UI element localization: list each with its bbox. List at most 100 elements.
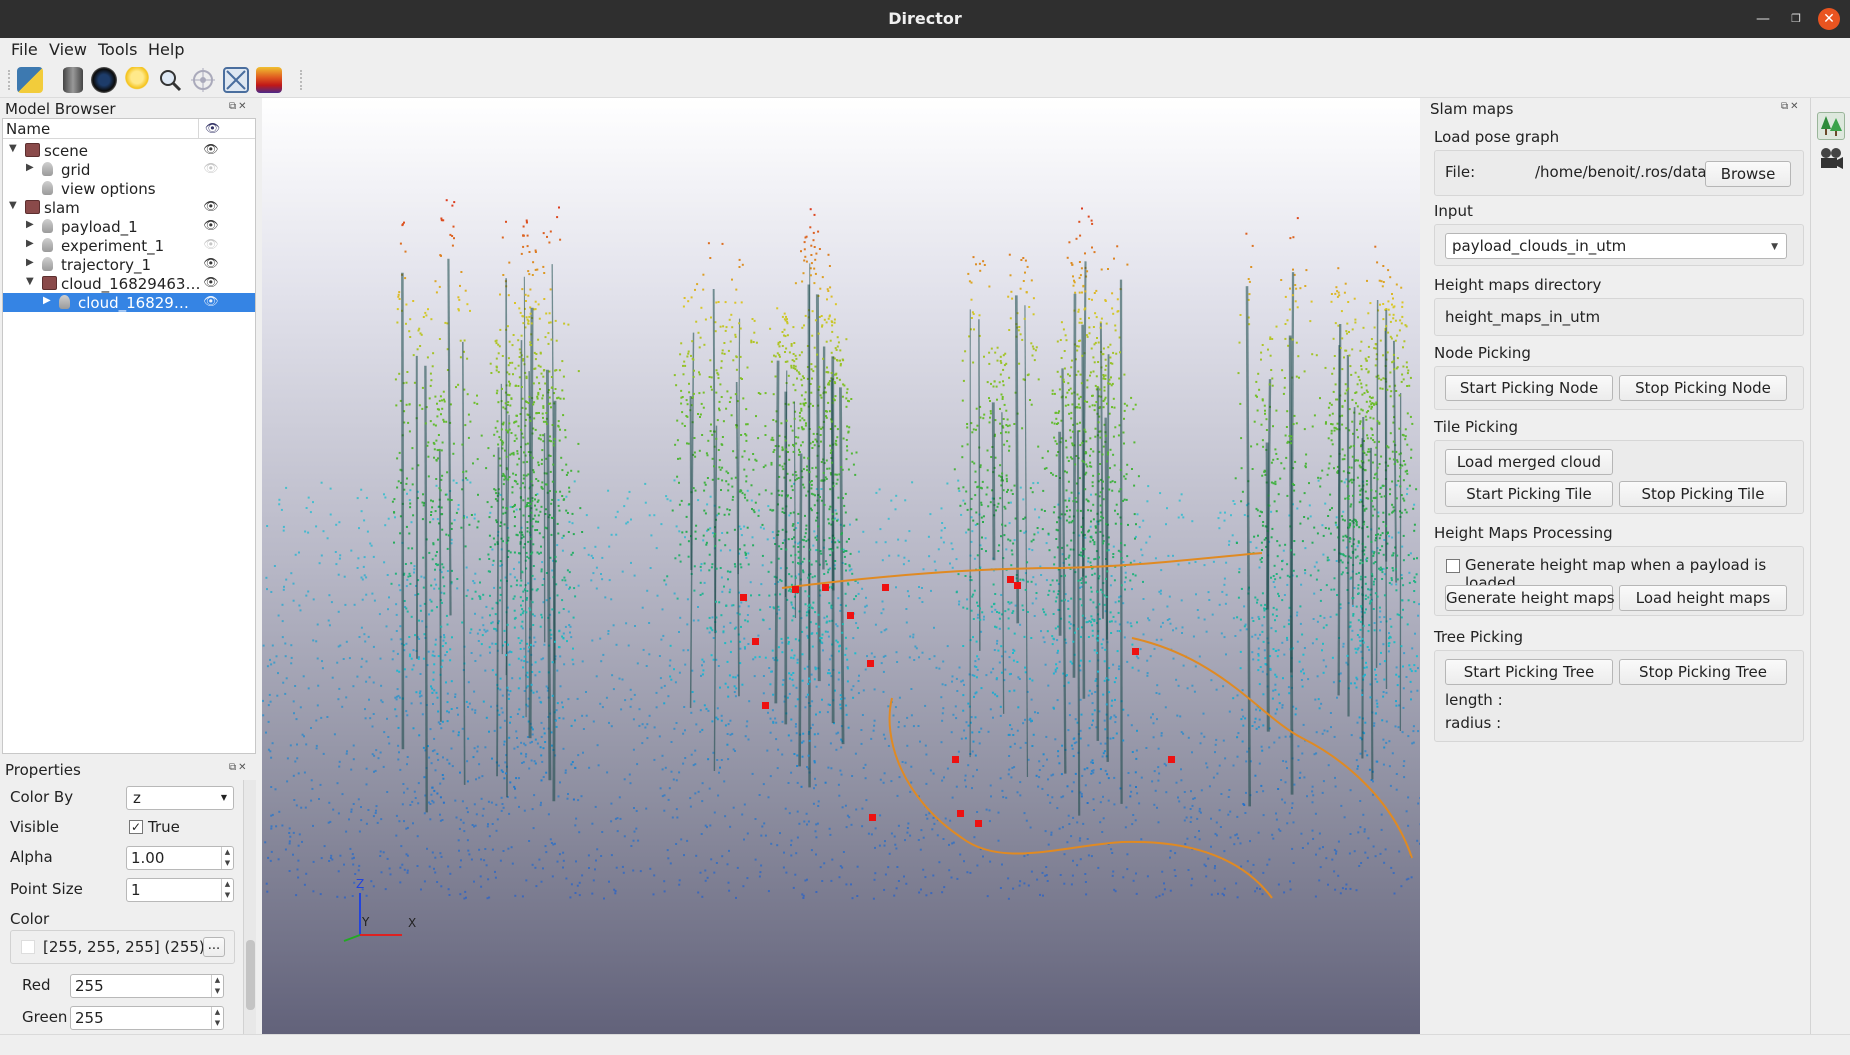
visibility-eye-icon[interactable]: 👁 [203, 256, 219, 272]
visible-checkbox[interactable]: ✓ [129, 820, 143, 834]
tree-row[interactable]: ▼ slam 👁 [3, 198, 255, 217]
close-icon[interactable]: ✕ [1818, 8, 1840, 30]
tree-item-label: trajectory_1 [61, 256, 152, 274]
load-pose-graph-label: Load pose graph [1434, 128, 1560, 146]
height-maps-dir-label: Height maps directory [1434, 276, 1602, 294]
tree-row[interactable]: ▼ cloud_16829463… 👁 [3, 274, 255, 293]
stop-picking-tree-button[interactable]: Stop Picking Tree [1619, 659, 1787, 685]
movie-camera-icon[interactable] [1817, 146, 1845, 174]
menu-help[interactable]: Help [148, 40, 184, 59]
column-name[interactable]: Name [6, 120, 50, 138]
color-map-icon[interactable] [256, 67, 282, 93]
visibility-eye-icon[interactable]: 👁 [203, 275, 219, 291]
menu-view[interactable]: View [49, 40, 87, 59]
visibility-eye-icon[interactable]: 👁 [203, 294, 219, 310]
eye-icon: 👁 [205, 121, 221, 135]
visibility-eye-icon[interactable]: 👁 [203, 218, 219, 234]
visibility-eye-icon[interactable]: 👁 [203, 142, 219, 158]
tree-row[interactable]: ▼ scene 👁 [3, 141, 255, 160]
collapse-arrow-icon[interactable]: ▶ [26, 162, 34, 173]
scrollbar-thumb[interactable] [246, 940, 255, 1010]
tree-item-label: grid [61, 161, 91, 179]
stop-picking-node-button[interactable]: Stop Picking Node [1619, 375, 1787, 401]
tree-row[interactable]: ▶ payload_1 👁 [3, 217, 255, 236]
target-icon[interactable] [190, 67, 216, 93]
input-select-value: payload_clouds_in_utm [1452, 237, 1627, 255]
forest-icon[interactable] [1817, 112, 1845, 140]
green-spinbox[interactable]: 255 ▲ ▼ [70, 1006, 224, 1030]
generate-height-maps-button[interactable]: Generate height maps [1445, 585, 1615, 611]
spin-arrows-icon[interactable]: ▲ ▼ [211, 1007, 223, 1029]
chevron-down-icon: ▼ [220, 793, 227, 802]
alpha-spinbox[interactable]: 1.00 ▲ ▼ [126, 846, 234, 870]
color-label: Color [10, 910, 50, 928]
spin-arrows-icon[interactable]: ▲ ▼ [211, 975, 223, 997]
camera-lens-icon[interactable] [91, 67, 117, 93]
tree-item-label: slam [44, 199, 80, 217]
dock-float-close-icon[interactable]: ⧉✕ [229, 762, 249, 773]
stop-picking-tile-button[interactable]: Stop Picking Tile [1619, 481, 1787, 507]
color-picker-button[interactable]: ... [203, 937, 225, 957]
start-picking-node-button[interactable]: Start Picking Node [1445, 375, 1613, 401]
red-spinbox[interactable]: 255 ▲ ▼ [70, 974, 224, 998]
spin-arrows-icon[interactable]: ▲ ▼ [221, 879, 233, 901]
point-size-spinbox[interactable]: 1 ▲ ▼ [126, 878, 234, 902]
properties-scrollbar[interactable] [243, 780, 256, 1034]
tree-row[interactable]: ▶ cloud_16829… 👁 [3, 293, 255, 312]
tree-row[interactable]: ▶ experiment_1 👁 [3, 236, 255, 255]
axes-overlay: Z X Y [343, 877, 416, 942]
collapse-arrow-icon[interactable]: ▶ [26, 238, 34, 249]
visibility-eye-icon[interactable]: 👁 [203, 237, 219, 253]
height-maps-processing-group: Generate height map when a payload is lo… [1434, 546, 1804, 616]
python-icon[interactable] [17, 67, 43, 93]
length-label: length : [1445, 691, 1503, 709]
generate-on-load-checkbox[interactable] [1446, 559, 1460, 573]
menu-tools[interactable]: Tools [98, 40, 137, 59]
menu-file[interactable]: File [11, 40, 38, 59]
input-select[interactable]: payload_clouds_in_utm ▼ [1445, 233, 1787, 259]
lightbulb-icon[interactable] [124, 67, 150, 93]
collapse-arrow-icon[interactable]: ▶ [43, 295, 51, 306]
file-label: File: [1445, 163, 1476, 181]
minimize-icon[interactable]: — [1752, 8, 1774, 30]
expand-arrow-icon[interactable]: ▼ [9, 143, 17, 154]
expand-arrow-icon[interactable]: ▼ [9, 200, 17, 211]
start-picking-tree-button[interactable]: Start Picking Tree [1445, 659, 1613, 685]
spin-arrows-icon[interactable]: ▲ ▼ [221, 847, 233, 869]
3d-viewport[interactable]: Z X Y [262, 98, 1420, 1034]
color-by-select[interactable]: z ▼ [126, 786, 234, 810]
collapse-arrow-icon[interactable]: ▶ [26, 257, 34, 268]
visibility-eye-icon[interactable]: 👁 [203, 199, 219, 215]
dock-float-close-icon[interactable]: ⧉✕ [229, 101, 249, 112]
color-swatch [21, 940, 35, 954]
object-icon [42, 181, 53, 195]
object-icon [42, 162, 53, 176]
database-icon[interactable] [63, 67, 83, 93]
dock-float-close-icon[interactable]: ⧉✕ [1781, 101, 1801, 112]
load-merged-cloud-button[interactable]: Load merged cloud [1445, 449, 1613, 475]
color-by-label: Color By [10, 788, 74, 806]
tile-picking-label: Tile Picking [1434, 418, 1519, 436]
start-picking-tile-button[interactable]: Start Picking Tile [1445, 481, 1613, 507]
tree-item-label: view options [61, 180, 156, 198]
tree-row[interactable]: ▶ trajectory_1 👁 [3, 255, 255, 274]
axis-y-label: Y [361, 915, 370, 929]
visible-label: Visible [10, 818, 59, 836]
tree-row[interactable]: ▶ grid 👁 [3, 160, 255, 179]
visibility-eye-icon[interactable]: 👁 [203, 161, 219, 177]
fit-view-icon[interactable] [223, 67, 249, 93]
collapse-arrow-icon[interactable]: ▶ [26, 219, 34, 230]
tree-row[interactable]: view options [3, 179, 255, 198]
toolbar-handle[interactable] [8, 70, 12, 90]
browse-button[interactable]: Browse [1705, 161, 1791, 187]
node-picking-group: Start Picking Node Stop Picking Node [1434, 366, 1804, 410]
magnifier-icon[interactable] [157, 67, 183, 93]
tree-picking-group: Start Picking Tree Stop Picking Tree len… [1434, 650, 1804, 742]
tree-item-label: cloud_16829… [78, 294, 189, 312]
green-label: Green [22, 1008, 68, 1026]
expand-arrow-icon[interactable]: ▼ [26, 276, 34, 287]
maximize-icon[interactable]: ❐ [1785, 8, 1807, 30]
column-visibility[interactable]: 👁 [198, 119, 255, 139]
model-tree[interactable]: Name 👁 ▼ scene 👁 ▶ grid 👁 view options ▼ slam 👁 ▶ p… [2, 118, 256, 754]
load-height-maps-button[interactable]: Load height maps [1619, 585, 1787, 611]
